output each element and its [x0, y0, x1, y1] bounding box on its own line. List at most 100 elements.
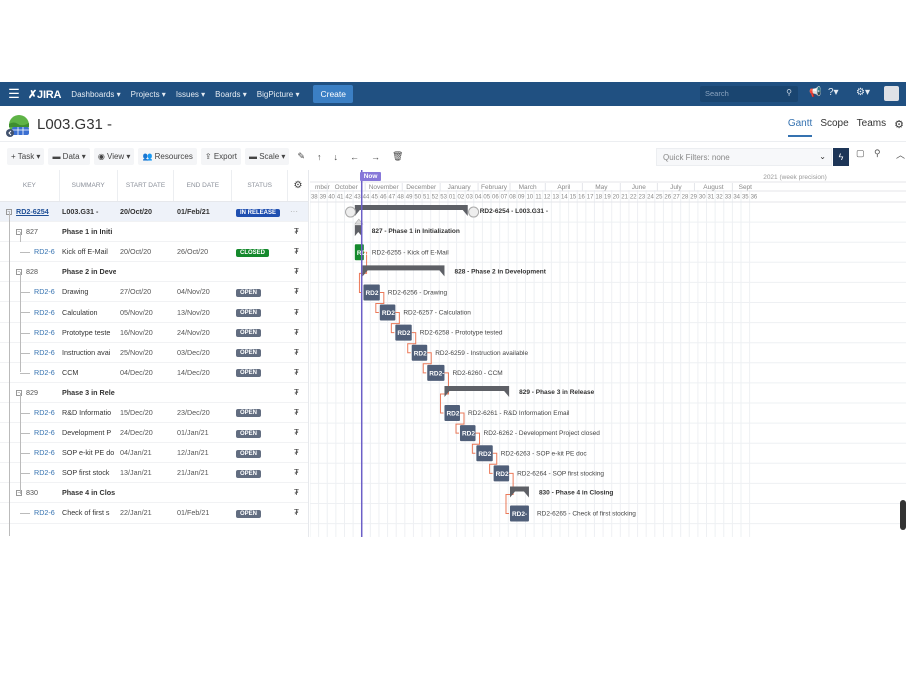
start-milestone-circle[interactable]: [345, 206, 357, 218]
status-badge-label: IN RELEASE: [236, 208, 281, 217]
column-start-date[interactable]: START DATE: [118, 170, 175, 201]
scale-menu-button[interactable]: ▬ Scale ▾: [244, 148, 290, 165]
table-row[interactable]: RD2-6 R&D Informatio 15/Dec/20 23/Dec/20 OPE…: [0, 403, 308, 424]
pin-icon[interactable]: ₮: [294, 428, 299, 437]
pin-icon[interactable]: ₮: [294, 328, 299, 337]
pin-icon[interactable]: ₮: [294, 308, 299, 317]
table-row[interactable]: RD2-6 Drawing 27/Oct/20 04/Nov/20 OPEN ₮: [0, 282, 308, 303]
pin-icon[interactable]: ₮: [294, 348, 299, 357]
column-settings-gear-icon[interactable]: ⚙: [288, 170, 308, 201]
pin-icon[interactable]: ₮: [294, 247, 299, 256]
move-down-arrow-icon[interactable]: ↓: [329, 149, 342, 165]
pin-icon[interactable]: ₮: [294, 267, 299, 276]
user-avatar[interactable]: [884, 86, 899, 101]
column-end-date[interactable]: END DATE: [174, 170, 233, 201]
table-row[interactable]: RD2-6 SOP e-kit PE do 04/Jan/21 12/Jan/21 OP…: [0, 443, 308, 464]
pin-icon[interactable]: ₮: [294, 368, 299, 377]
table-row[interactable]: RD2-6 Kick off E-Mail 20/Oct/20 26/Oct/20 CL…: [0, 242, 308, 263]
create-button[interactable]: Create: [313, 85, 353, 103]
epic-row[interactable]: −828 Phase 2 in Deve ₮: [0, 262, 308, 283]
gantt-canvas[interactable]: 2021 (week precision) mber October November…: [310, 170, 906, 537]
outdent-left-arrow-icon[interactable]: ←: [346, 149, 363, 165]
pin-icon[interactable]: ₮: [294, 388, 299, 397]
epic-row[interactable]: −829 Phase 3 in Rele ₮: [0, 383, 308, 403]
table-row[interactable]: RD2-6 Prototype teste 16/Nov/20 24/Nov/20 OP…: [0, 323, 308, 343]
zoom-search-icon[interactable]: ⚲: [874, 148, 881, 159]
pin-icon[interactable]: ₮: [294, 468, 299, 477]
search-input[interactable]: Search ⚲: [700, 86, 798, 102]
pin-icon[interactable]: ₮: [294, 508, 299, 517]
column-key[interactable]: KEY: [0, 170, 60, 201]
table-row[interactable]: RD2-6 Check of first s 22/Jan/21 01/Feb/21 O…: [0, 503, 308, 524]
pin-icon[interactable]: ₮: [294, 287, 299, 296]
issue-key[interactable]: RD2-6: [34, 428, 58, 437]
scale-label: Scale ▾: [259, 152, 286, 161]
column-status[interactable]: STATUS: [232, 170, 289, 201]
issue-key[interactable]: RD2-6: [34, 408, 58, 417]
tab-scope[interactable]: Scope: [820, 118, 848, 137]
help-icon[interactable]: ?▾: [828, 87, 839, 98]
collapse-chevron-up-icon[interactable]: ︿: [896, 148, 905, 161]
pin-icon[interactable]: ₮: [294, 408, 299, 417]
add-task-button[interactable]: + Task ▾: [7, 148, 45, 165]
project-settings-gear-icon[interactable]: ⚙: [894, 118, 904, 137]
issue-key[interactable]: RD2-6254: [16, 207, 58, 216]
feedback-megaphone-icon[interactable]: 📢: [809, 87, 821, 98]
issue-key[interactable]: RD2-6: [34, 328, 58, 337]
tab-teams[interactable]: Teams: [857, 118, 886, 137]
delete-trash-icon[interactable]: 🗑: [388, 148, 407, 165]
summary-bar[interactable]: [354, 205, 468, 217]
calendar-icon[interactable]: ▢: [856, 148, 865, 159]
issue-key[interactable]: RD2-6: [34, 468, 58, 477]
summary-bar-label: 827 - Phase 1 in Initialization: [372, 228, 460, 235]
summary-bar[interactable]: [362, 265, 445, 277]
issue-key[interactable]: RD2-6: [34, 448, 58, 457]
horizontal-scroll-handle[interactable]: [900, 500, 906, 530]
nav-projects[interactable]: Projects ▾: [131, 90, 166, 99]
summary-bar[interactable]: [354, 225, 362, 237]
column-summary[interactable]: SUMMARY: [60, 170, 118, 201]
issue-key[interactable]: 829: [26, 388, 58, 397]
issue-key[interactable]: RD2-6: [34, 247, 58, 256]
epic-row[interactable]: −827 Phase 1 in Initi ₮: [0, 222, 308, 243]
issue-key[interactable]: RD2-6: [34, 348, 58, 357]
tab-gantt[interactable]: Gantt: [787, 118, 813, 137]
table-row[interactable]: RD2-6 Development P 24/Dec/20 01/Jan/21 OPEN…: [0, 423, 308, 444]
menu-icon[interactable]: ☰: [0, 86, 28, 102]
end-milestone-circle[interactable]: [468, 206, 480, 218]
resources-button[interactable]: 👥 Resources: [138, 148, 197, 165]
issue-key[interactable]: 830: [26, 488, 58, 497]
nav-dashboards[interactable]: Dashboards ▾: [71, 90, 120, 99]
issue-key[interactable]: RD2-6: [34, 308, 58, 317]
issue-key[interactable]: RD2-6: [34, 508, 58, 517]
export-button[interactable]: ⇪ Export: [200, 148, 241, 165]
jira-logo[interactable]: ✗JIRA: [28, 88, 61, 101]
edit-pencil-icon[interactable]: ✎: [293, 148, 309, 165]
issue-key[interactable]: RD2-6: [34, 368, 58, 377]
settings-gear-icon[interactable]: ⚙▾: [856, 87, 870, 98]
summary-bar[interactable]: [509, 486, 529, 498]
nav-issues[interactable]: Issues ▾: [176, 90, 205, 99]
issue-key[interactable]: RD2-6: [34, 287, 58, 296]
epic-row[interactable]: −830 Phase 4 in Clos ₮: [0, 483, 308, 504]
lightning-bolt-icon[interactable]: ϟ: [833, 148, 849, 166]
pin-icon[interactable]: ₮: [294, 227, 299, 236]
quick-filters-select[interactable]: Quick Filters: none ⌄: [656, 148, 832, 166]
issue-key[interactable]: 828: [26, 267, 58, 276]
more-options-icon[interactable]: ···: [290, 207, 298, 216]
nav-bigpicture[interactable]: BigPicture ▾: [257, 90, 300, 99]
view-menu-button[interactable]: ◉ View ▾: [93, 148, 135, 165]
move-up-arrow-icon[interactable]: ↑: [313, 149, 326, 165]
indent-right-arrow-icon[interactable]: →: [367, 149, 384, 165]
table-row[interactable]: RD2-6 Instruction avai 25/Nov/20 03/Dec/20 O…: [0, 343, 308, 363]
pin-icon[interactable]: ₮: [294, 488, 299, 497]
table-row[interactable]: RD2-6 SOP first stock 13/Jan/21 21/Jan/21 OP…: [0, 463, 308, 484]
table-row[interactable]: RD2-6 Calculation 05/Nov/20 13/Nov/20 OPEN ₮: [0, 302, 308, 323]
parent-task-row[interactable]: − RD2-6254 L003.G31 - 20/Oct/20 01/Feb/21 IN …: [0, 202, 308, 223]
table-row[interactable]: RD2-6 CCM 04/Dec/20 14/Dec/20 OPEN ₮: [0, 363, 308, 383]
nav-boards[interactable]: Boards ▾: [215, 90, 247, 99]
issue-key[interactable]: 827: [26, 227, 58, 236]
data-menu-button[interactable]: ▬ Data ▾: [48, 148, 90, 165]
expand-toggle-icon[interactable]: −: [6, 207, 14, 216]
pin-icon[interactable]: ₮: [294, 448, 299, 457]
